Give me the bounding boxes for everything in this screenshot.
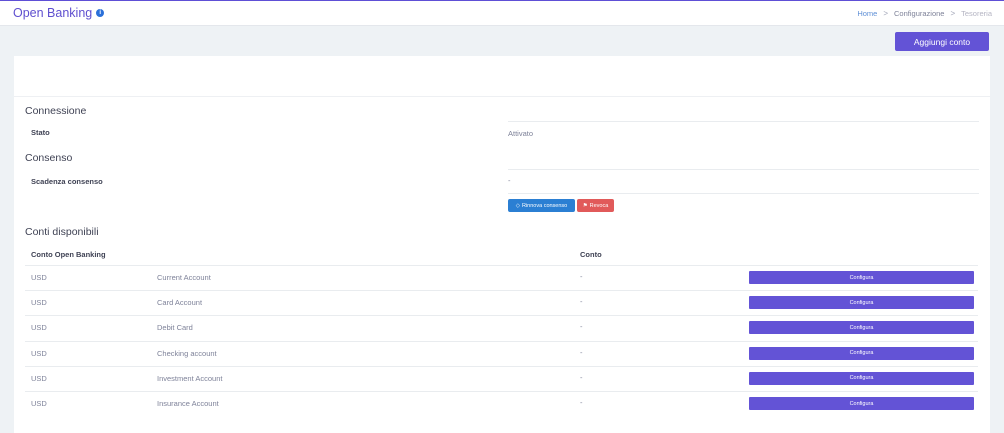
configure-button[interactable]: Configura xyxy=(749,371,974,385)
configure-button[interactable]: Configura xyxy=(749,321,974,335)
renew-consent-button[interactable]: ◇ Rinnova consenso xyxy=(508,199,575,212)
accounts-section-title: Conti disponibili xyxy=(25,226,99,238)
column-header-open-banking-account: Conto Open Banking xyxy=(31,250,106,259)
account-currency: USD xyxy=(31,373,47,383)
account-name: Current Account xyxy=(157,273,211,282)
account-currency: USD xyxy=(31,273,47,282)
consent-section-title: Consenso xyxy=(25,152,73,164)
renew-consent-label: Rinnova consenso xyxy=(521,202,568,209)
brand: Open Banking i xyxy=(13,6,105,20)
divider xyxy=(508,121,979,122)
breadcrumb-configurazione[interactable]: Configurazione xyxy=(894,9,944,18)
connection-section-title: Connessione xyxy=(25,105,87,117)
consent-expiry-value: - xyxy=(508,176,511,185)
main-card: Connessione Stato Attivato Consenso Scad… xyxy=(14,56,990,433)
account-name: Debit Card xyxy=(157,323,193,333)
breadcrumb-separator-icon: > xyxy=(950,8,956,18)
account-currency: USD xyxy=(31,399,47,408)
tag-icon: ◇ xyxy=(515,202,520,209)
table-row-divider xyxy=(25,340,978,342)
info-icon[interactable]: i xyxy=(96,9,105,17)
configure-button[interactable]: Configura xyxy=(749,346,974,360)
table-row-divider xyxy=(25,290,978,292)
table-row-divider xyxy=(25,315,978,317)
breadcrumb: Home > Configurazione > Tesoreria xyxy=(857,9,992,18)
account-linked-conto: - xyxy=(580,372,583,382)
page-title: Open Banking xyxy=(13,6,93,20)
account-name: Card Account xyxy=(157,298,203,308)
account-linked-conto: - xyxy=(580,322,583,332)
divider xyxy=(508,193,979,194)
account-linked-conto: - xyxy=(580,398,583,407)
account-currency: USD xyxy=(31,348,47,358)
configure-button[interactable]: Configura xyxy=(749,271,974,284)
divider xyxy=(14,96,990,97)
top-bar: Open Banking i Home > Configurazione > T… xyxy=(0,0,1004,26)
status-label: Stato xyxy=(31,128,50,137)
account-linked-conto: - xyxy=(580,347,583,357)
configure-button[interactable]: Configura xyxy=(749,296,974,310)
revoke-consent-label: Revoca xyxy=(589,202,609,209)
account-currency: USD xyxy=(31,298,47,308)
status-value: Attivato xyxy=(508,129,534,138)
table-row-divider xyxy=(25,365,978,367)
breadcrumb-current: Tesoreria xyxy=(961,8,992,18)
configure-button[interactable]: Configura xyxy=(749,397,974,410)
account-name: Insurance Account xyxy=(157,399,219,408)
add-account-button[interactable]: Aggiungi conto xyxy=(895,32,989,51)
account-linked-conto: - xyxy=(580,297,583,307)
breadcrumb-separator-icon: > xyxy=(883,8,889,18)
account-name: Investment Account xyxy=(157,373,223,383)
account-linked-conto: - xyxy=(580,272,583,281)
account-currency: USD xyxy=(31,323,47,333)
breadcrumb-home[interactable]: Home xyxy=(857,9,877,18)
divider xyxy=(508,169,979,170)
card-header xyxy=(14,56,990,96)
divider xyxy=(25,265,978,266)
column-header-account: Conto xyxy=(580,250,602,259)
consent-expiry-label: Scadenza consenso xyxy=(31,177,103,186)
account-name: Checking account xyxy=(157,348,217,358)
revoke-consent-button[interactable]: ⚑ Revoca xyxy=(577,199,614,212)
table-row-divider xyxy=(25,391,978,392)
bookmark-icon: ⚑ xyxy=(582,202,588,209)
